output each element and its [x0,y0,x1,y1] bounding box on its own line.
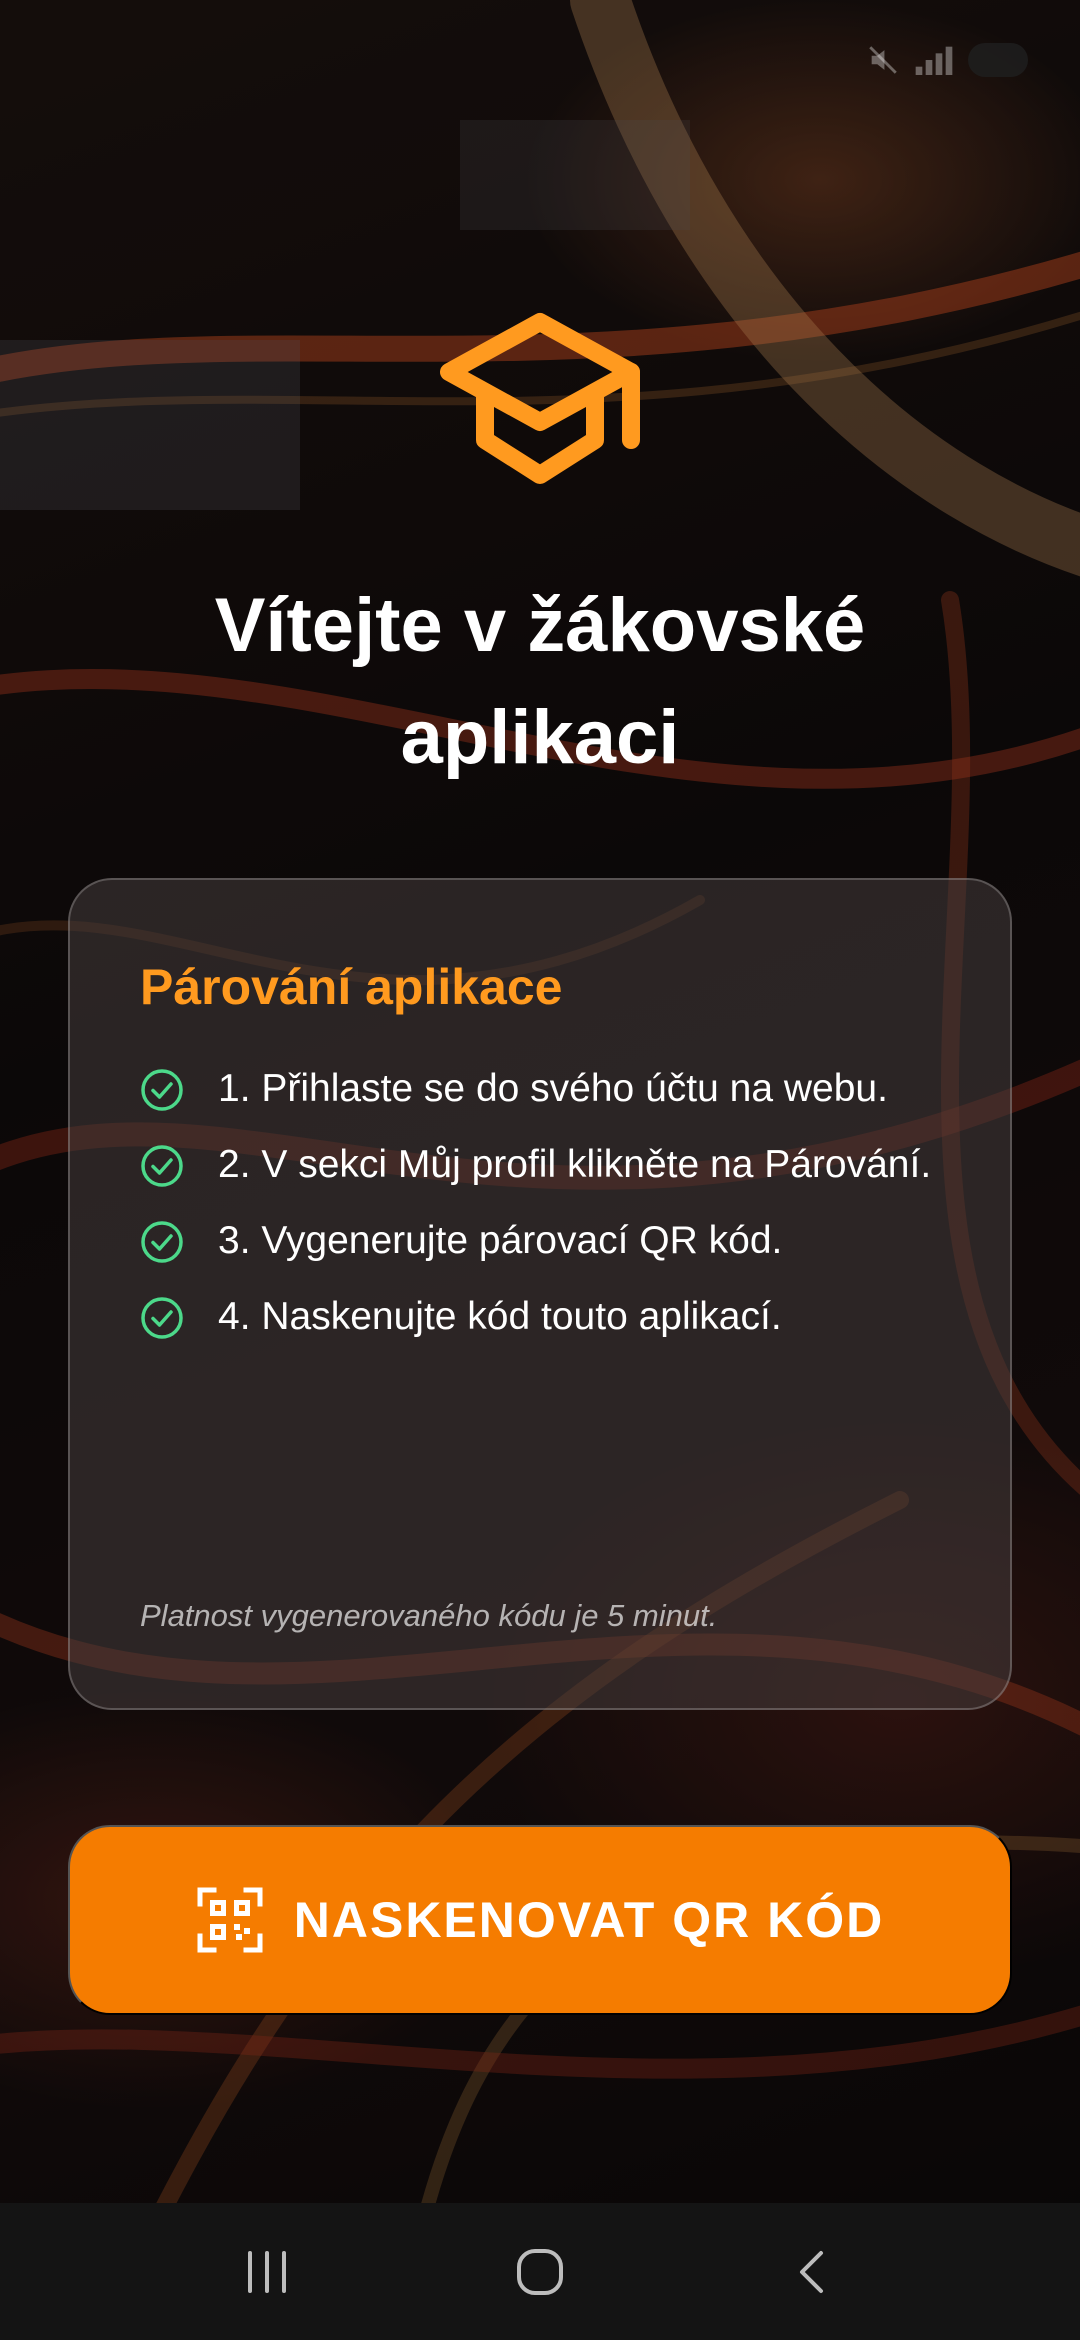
card-title: Párování aplikace [140,959,563,1015]
list-item: 4. Naskenujte kód touto aplikací. [140,1295,940,1346]
qr-scan-icon [197,1887,263,1953]
step-text: 1. Přihlaste se do svého účtu na webu. [218,1067,888,1110]
home-icon [516,2248,563,2295]
step-text: 4. Naskenujte kód touto aplikací. [218,1295,782,1338]
scan-qr-button[interactable]: NASKENOVAT QR KÓD [68,1825,1012,2015]
step-text: 3. Vygenerujte párovací QR kód. [218,1219,783,1262]
pairing-card: Párování aplikace 1. Přihlaste se do své… [68,878,1012,1710]
battery-icon [968,43,1028,77]
back-button[interactable] [768,2227,858,2317]
list-item: 3. Vygenerujte párovací QR kód. [140,1219,940,1270]
back-icon [800,2250,824,2293]
step-text: 2. V sekci Můj profil klikněte na Párová… [218,1143,932,1186]
system-navigation-bar [0,2203,1080,2340]
list-item: 1. Přihlaste se do svého účtu na webu. [140,1067,940,1118]
check-circle-icon [141,1221,183,1263]
mute-icon [869,46,897,74]
check-circle-icon [141,1297,183,1339]
home-button[interactable] [495,2227,585,2317]
check-circle-icon [141,1069,183,1111]
status-bar [0,0,1080,120]
scan-qr-label: NASKENOVAT QR KÓD [293,1892,885,1948]
check-circle-icon [141,1145,183,1187]
graduation-cap-icon [440,313,640,484]
page-title: Vítejte v žákovské aplikaci [214,583,866,780]
signal-icon [915,46,953,75]
list-item: 2. V sekci Můj profil klikněte na Párová… [140,1143,940,1194]
steps-list: 1. Přihlaste se do svého účtu na webu. 2… [140,1067,940,1346]
validity-note: Platnost vygenerovaného kódu je 5 minut. [140,1598,718,1633]
status-icons [866,43,1028,77]
recent-apps-button[interactable] [222,2227,312,2317]
recent-apps-icon [247,2250,286,2293]
